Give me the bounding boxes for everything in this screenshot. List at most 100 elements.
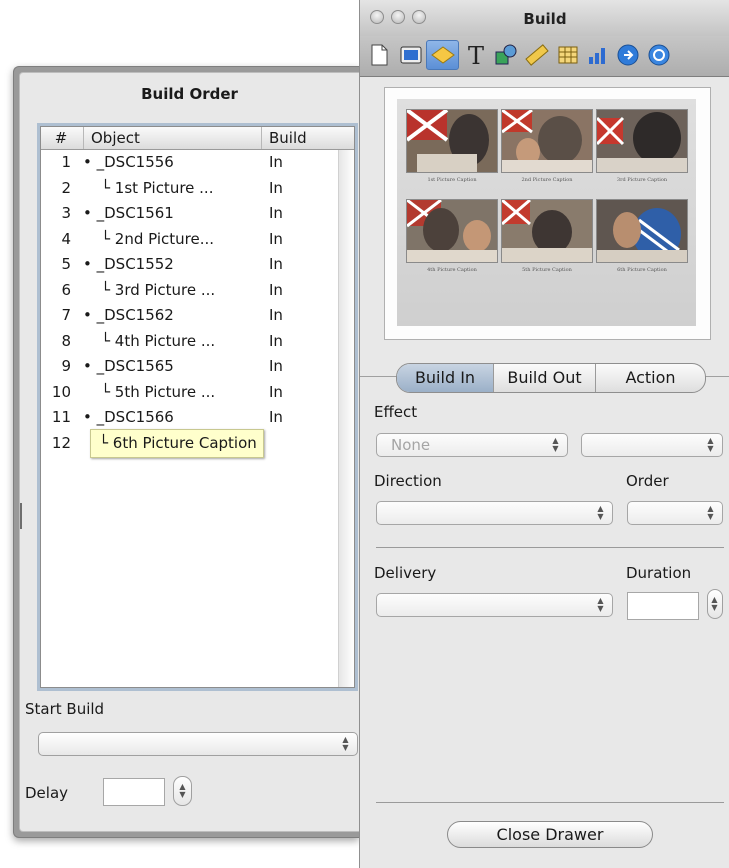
delivery-popup[interactable]: ▲ ▼ bbox=[376, 593, 613, 617]
row-number: 4 bbox=[61, 229, 71, 248]
duration-field[interactable] bbox=[627, 592, 699, 620]
delay-field[interactable] bbox=[103, 778, 165, 806]
build-inspector-tab[interactable] bbox=[426, 40, 459, 70]
table-icon bbox=[558, 46, 577, 64]
row-object: └ 4th Picture ... bbox=[101, 331, 216, 350]
row-object: • _DSC1561 bbox=[83, 204, 174, 222]
table-rows: 1 • _DSC1556 In 2 └ 1st Picture ... In 3… bbox=[41, 150, 354, 458]
table-row[interactable]: 1 • _DSC1556 In bbox=[41, 150, 354, 176]
build-icon bbox=[430, 46, 455, 64]
row-build: In bbox=[269, 153, 283, 171]
row-object-drag-tag[interactable]: └ 6th Picture Caption bbox=[90, 428, 264, 458]
row-object: └ 1st Picture ... bbox=[101, 178, 214, 197]
preview-photo bbox=[596, 109, 688, 173]
row-object: • _DSC1552 bbox=[83, 255, 174, 273]
table-row[interactable]: 7 • _DSC1562 In bbox=[41, 303, 354, 329]
preview-caption: 1st Picture Caption bbox=[427, 177, 477, 183]
table-header: # Object Build bbox=[41, 127, 354, 150]
quicktime-inspector-tab[interactable] bbox=[644, 40, 673, 70]
effect-label: Effect bbox=[374, 403, 418, 421]
popup-arrows-icon: ▲ ▼ bbox=[597, 504, 604, 521]
tab-action[interactable]: Action bbox=[595, 364, 705, 392]
start-build-popup[interactable]: ▲ ▼ bbox=[38, 732, 358, 756]
build-tabs: Build In Build Out Action bbox=[396, 363, 706, 393]
preview-photo bbox=[501, 199, 593, 263]
row-build: In bbox=[269, 178, 283, 197]
row-number: 6 bbox=[61, 280, 71, 299]
preview-slide: 1st Picture Caption 2nd Picture Caption … bbox=[397, 99, 696, 326]
slide-inspector-tab[interactable] bbox=[396, 40, 425, 70]
build-order-drawer: Build Order # Object Build 1 • _DSC1556 … bbox=[13, 66, 359, 838]
effect-popup[interactable]: None ▲ ▼ bbox=[376, 433, 568, 457]
preview-photo bbox=[596, 199, 688, 263]
order-popup[interactable]: ▲ ▼ bbox=[627, 501, 723, 525]
table-row[interactable]: 2 └ 1st Picture ... In bbox=[41, 176, 354, 202]
row-build: In bbox=[269, 331, 283, 350]
row-number: 11 bbox=[51, 408, 71, 426]
popup-arrows-icon: ▲ ▼ bbox=[707, 504, 714, 521]
tab-build-out[interactable]: Build Out bbox=[493, 364, 595, 392]
row-build: In bbox=[269, 357, 283, 375]
table-row[interactable]: 4 └ 2nd Picture... In bbox=[41, 227, 354, 253]
duration-stepper[interactable]: ▲ ▼ bbox=[707, 589, 723, 619]
window-title: Build bbox=[523, 10, 567, 28]
table-row[interactable]: 11 • _DSC1566 In bbox=[41, 405, 354, 431]
row-object: • _DSC1565 bbox=[83, 357, 174, 375]
direction-popup[interactable]: ▲ ▼ bbox=[376, 501, 613, 525]
stepper-arrows-icon: ▲ ▼ bbox=[711, 595, 718, 612]
build-preview: 1st Picture Caption 2nd Picture Caption … bbox=[384, 87, 711, 340]
row-build: In bbox=[269, 306, 283, 324]
column-header-build[interactable]: Build bbox=[261, 127, 349, 149]
row-number: 10 bbox=[51, 382, 71, 401]
close-drawer-button[interactable]: Close Drawer bbox=[447, 821, 653, 848]
metrics-inspector-tab[interactable] bbox=[522, 40, 551, 70]
row-number: 9 bbox=[61, 357, 71, 375]
table-row[interactable]: 5 • _DSC1552 In bbox=[41, 252, 354, 278]
preview-caption: 5th Picture Caption bbox=[522, 267, 572, 273]
table-row[interactable]: 10 └ 5th Picture ... In bbox=[41, 380, 354, 406]
text-icon: T bbox=[467, 42, 483, 68]
row-number: 12 bbox=[51, 433, 71, 452]
column-header-object[interactable]: Object bbox=[83, 127, 261, 149]
graphic-inspector-tab[interactable] bbox=[491, 40, 520, 70]
build-order-table: # Object Build 1 • _DSC1556 In 2 └ 1st P… bbox=[40, 126, 355, 688]
popup-arrows-icon: ▲ ▼ bbox=[552, 436, 559, 453]
tab-build-in[interactable]: Build In bbox=[397, 364, 493, 392]
start-build-label: Start Build bbox=[25, 700, 105, 718]
preview-photo bbox=[406, 109, 498, 173]
row-number: 2 bbox=[61, 178, 71, 197]
preview-caption: 2nd Picture Caption bbox=[521, 177, 573, 183]
table-inspector-tab[interactable] bbox=[553, 40, 582, 70]
effect-secondary-popup[interactable]: ▲ ▼ bbox=[581, 433, 723, 457]
table-scrollbar[interactable] bbox=[338, 150, 354, 687]
hyperlink-inspector-tab[interactable] bbox=[613, 40, 642, 70]
quicktime-icon bbox=[648, 44, 669, 66]
text-inspector-tab[interactable]: T bbox=[461, 40, 490, 70]
table-row[interactable]: 8 └ 4th Picture ... In bbox=[41, 329, 354, 355]
build-order-panel: Build Order # Object Build 1 • _DSC1556 … bbox=[19, 72, 359, 832]
drawer-resize-handle[interactable] bbox=[20, 503, 22, 529]
table-row-dragging[interactable]: 12 └ 6th Picture Caption bbox=[41, 428, 354, 458]
duration-label: Duration bbox=[626, 564, 692, 582]
chart-inspector-tab[interactable] bbox=[583, 40, 612, 70]
preview-caption: 3rd Picture Caption bbox=[616, 177, 668, 183]
delay-stepper[interactable]: ▲ ▼ bbox=[173, 776, 192, 806]
row-number: 7 bbox=[61, 306, 71, 324]
table-row[interactable]: 6 └ 3rd Picture ... In bbox=[41, 278, 354, 304]
preview-photo bbox=[406, 199, 498, 263]
delay-label: Delay bbox=[25, 784, 69, 802]
slide-icon bbox=[400, 46, 421, 64]
table-row[interactable]: 9 • _DSC1565 In bbox=[41, 354, 354, 380]
table-row[interactable]: 3 • _DSC1561 In bbox=[41, 201, 354, 227]
delivery-label: Delivery bbox=[374, 564, 437, 582]
effect-value: None bbox=[391, 436, 431, 454]
footer-divider bbox=[376, 802, 724, 803]
document-inspector-tab[interactable] bbox=[364, 40, 393, 70]
window-titlebar[interactable]: Build bbox=[360, 0, 729, 36]
row-build: In bbox=[269, 255, 283, 273]
preview-caption: 6th Picture Caption bbox=[617, 267, 667, 273]
popup-arrows-icon: ▲ ▼ bbox=[342, 735, 349, 752]
column-header-num[interactable]: # bbox=[51, 127, 71, 149]
section-divider bbox=[376, 547, 724, 548]
order-label: Order bbox=[626, 472, 669, 490]
